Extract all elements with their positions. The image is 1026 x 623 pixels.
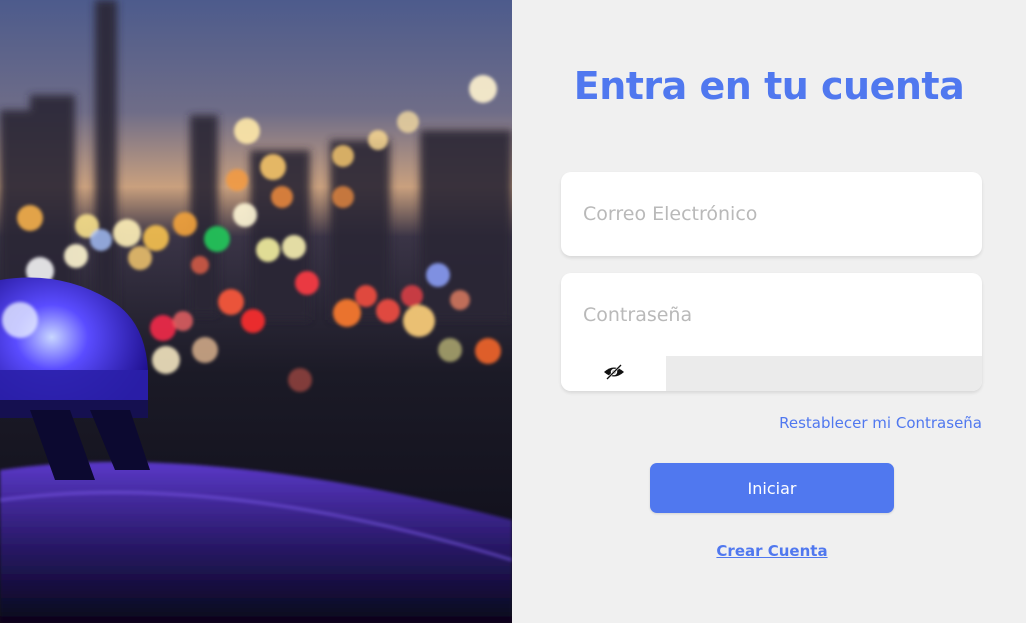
toggle-password-visibility-button[interactable] xyxy=(561,356,666,391)
hero-photo xyxy=(0,0,512,623)
password-input[interactable] xyxy=(561,273,982,357)
login-panel: Entra en tu cuenta Correo Electrónico Re… xyxy=(512,0,1026,623)
hero-image xyxy=(0,0,512,623)
login-page: Entra en tu cuenta Correo Electrónico Re… xyxy=(0,0,1026,623)
forgot-password-link[interactable]: Restablecer mi Contraseña xyxy=(779,414,982,432)
page-title: Entra en tu cuenta xyxy=(573,64,965,108)
password-toggle-spacer xyxy=(666,356,982,391)
email-field-container xyxy=(561,172,982,256)
login-button[interactable]: Iniciar xyxy=(650,463,894,513)
password-field-container xyxy=(561,273,982,391)
create-account-link[interactable]: Crear Cuenta xyxy=(512,542,1026,560)
email-input[interactable] xyxy=(561,172,982,256)
eye-slash-icon xyxy=(603,363,625,384)
password-toggle-row xyxy=(561,356,982,391)
